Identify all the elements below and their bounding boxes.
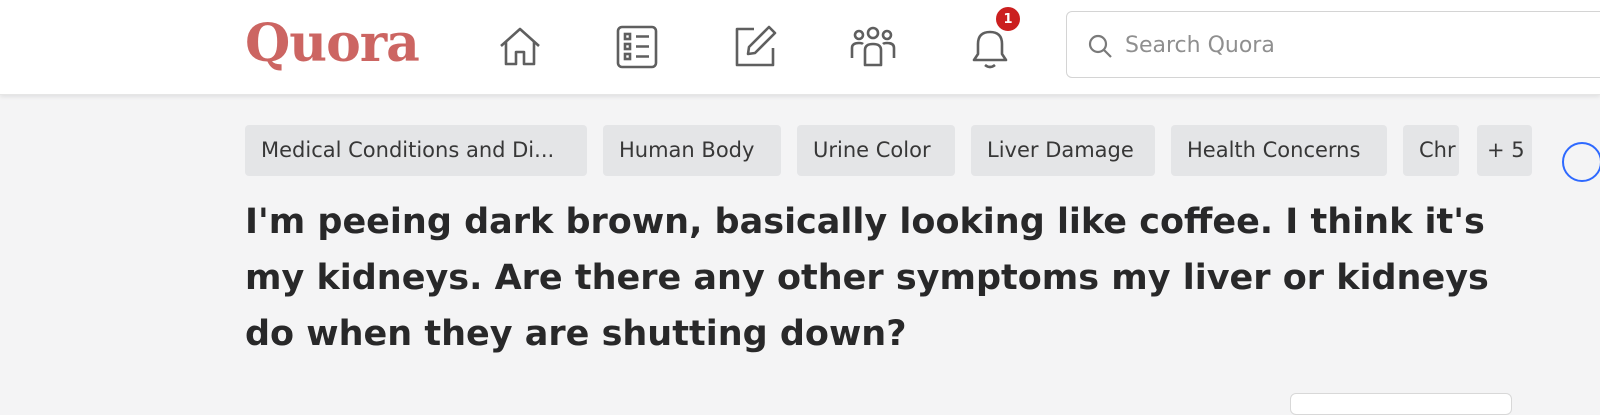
following-list-icon[interactable]	[612, 22, 662, 72]
search-icon	[1088, 34, 1112, 58]
notification-badge: 1	[993, 4, 1023, 34]
topic-tag-truncated[interactable]: Chr	[1403, 125, 1459, 176]
topic-tag[interactable]: Urine Color	[797, 125, 955, 176]
topic-tag[interactable]: Liver Damage	[971, 125, 1155, 176]
follow-circle-icon[interactable]	[1562, 142, 1600, 182]
search-box[interactable]	[1066, 11, 1600, 79]
question-title: I'm peeing dark brown, basically looking…	[245, 202, 1489, 354]
action-button-edge[interactable]	[1290, 393, 1512, 415]
search-input[interactable]	[1123, 12, 1600, 79]
pencil-square-icon[interactable]	[730, 22, 780, 72]
quora-logo[interactable]: Quora	[245, 12, 420, 76]
top-nav-bar: Quora 1 Search Quora	[0, 0, 1600, 95]
home-icon[interactable]	[495, 22, 545, 72]
topic-tag[interactable]: Human Body	[603, 125, 781, 176]
topic-tag[interactable]: Medical Conditions and Di...	[245, 125, 587, 176]
people-spaces-icon[interactable]	[848, 22, 898, 72]
topic-tags: Medical Conditions and Di... Human Body …	[245, 125, 1535, 176]
topic-tag[interactable]: Health Concerns	[1171, 125, 1387, 176]
bell-icon[interactable]: 1	[965, 4, 1023, 72]
more-topics-button[interactable]: + 5	[1477, 125, 1532, 176]
